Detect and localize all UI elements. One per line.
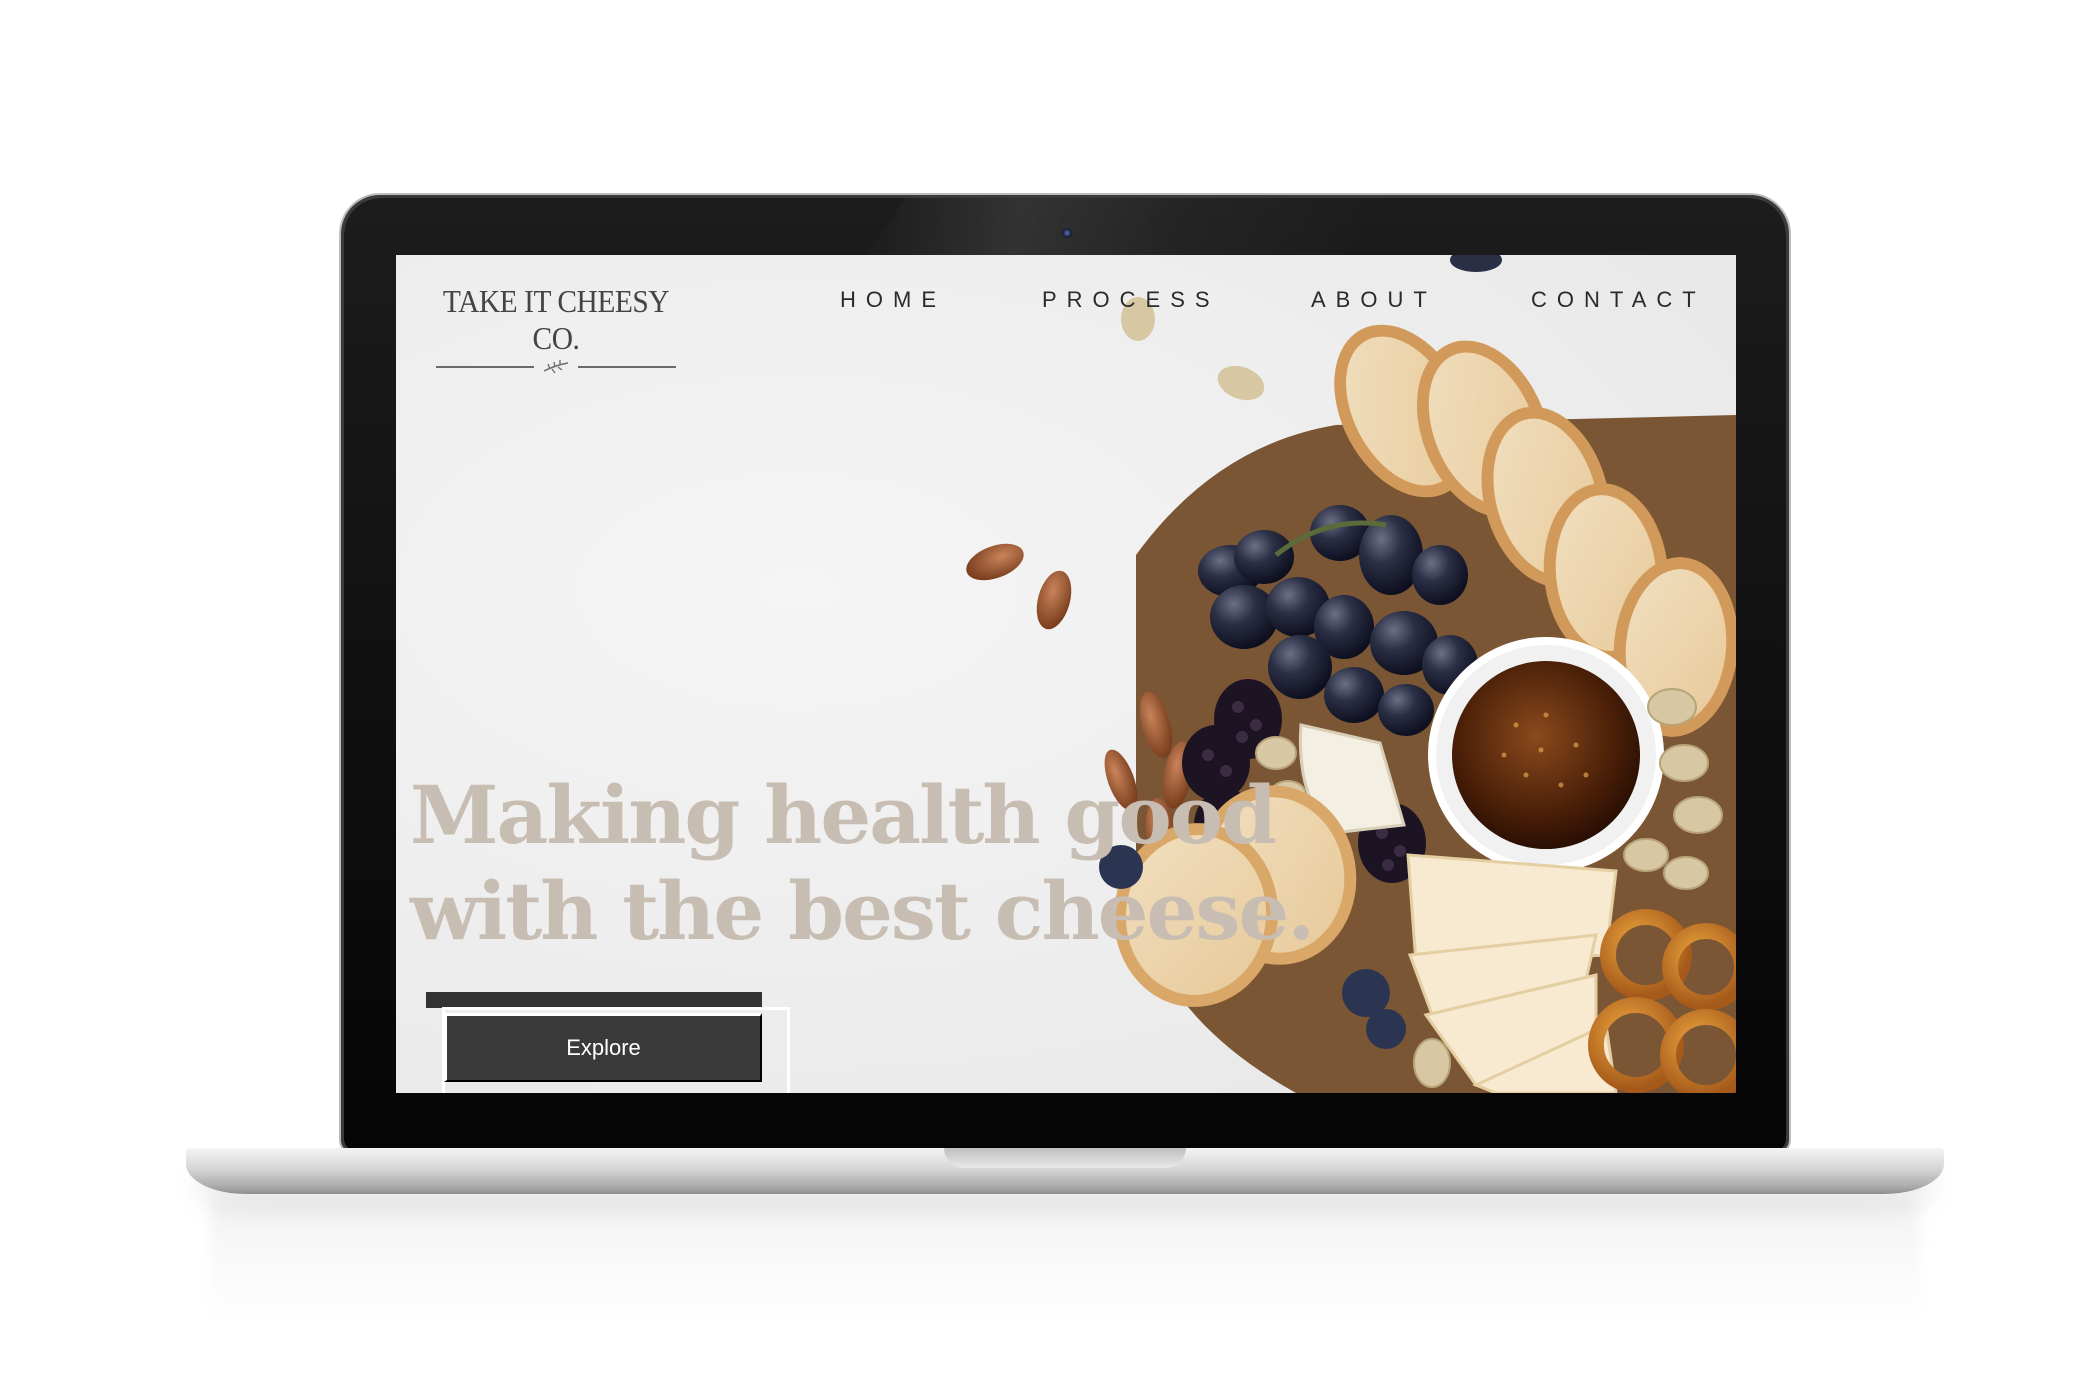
hero-headline-line1: Making health good bbox=[410, 768, 1277, 862]
main-nav: HOME PROCESS ABOUT CONTACT bbox=[396, 287, 1736, 327]
hero-headline-line2: with the best cheese. bbox=[410, 864, 1315, 958]
explore-button-shadow bbox=[426, 992, 762, 1008]
browser-viewport: TAKE IT CHEESY CO. HOME PROCESS ABOUT CO… bbox=[396, 255, 1736, 1093]
nav-contact[interactable]: CONTACT bbox=[1531, 287, 1706, 313]
webcam-icon bbox=[1062, 228, 1072, 238]
charcuterie-board-image bbox=[966, 255, 1736, 1093]
nav-process[interactable]: PROCESS bbox=[1042, 287, 1220, 313]
hero-headline: Making health good with the best cheese. bbox=[410, 767, 1370, 959]
logo-rule-right bbox=[578, 366, 676, 368]
explore-button[interactable]: Explore bbox=[444, 1013, 762, 1082]
nav-home[interactable]: HOME bbox=[840, 287, 946, 313]
sprig-icon bbox=[543, 360, 569, 374]
logo-rule-left bbox=[436, 366, 534, 368]
nav-about[interactable]: ABOUT bbox=[1311, 287, 1437, 313]
logo-ornament bbox=[410, 359, 702, 375]
laptop-hinge-notch bbox=[944, 1148, 1186, 1168]
desk-reflection bbox=[210, 1200, 1920, 1320]
